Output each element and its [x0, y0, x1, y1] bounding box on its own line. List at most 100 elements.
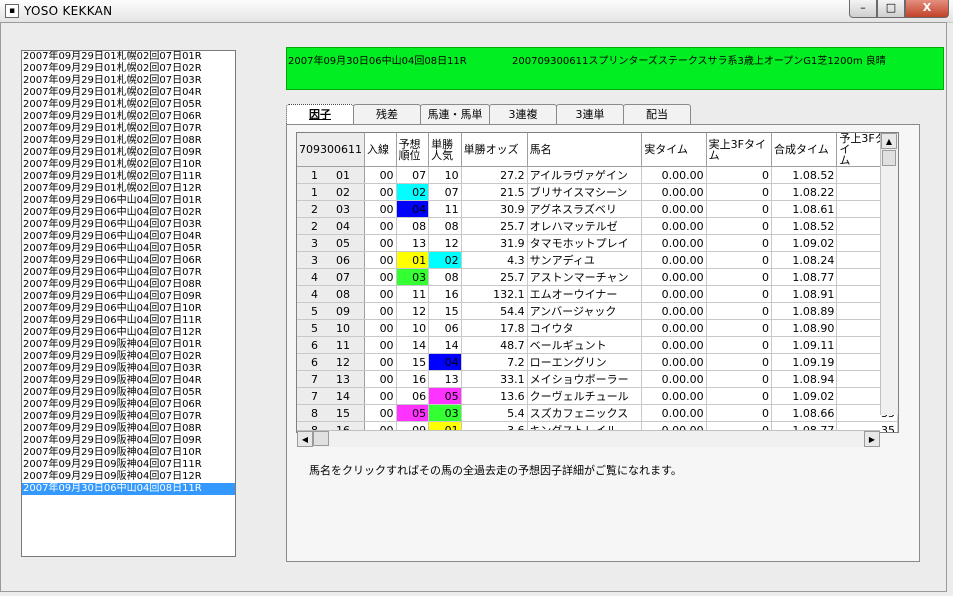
tab-0[interactable]: 因子 — [286, 104, 354, 124]
window-title: YOSO KEKKAN — [24, 4, 113, 18]
column-header[interactable]: 単勝 人気 — [428, 133, 462, 167]
race-list-item[interactable]: 2007年09月29日09阪神04回07日09R — [22, 435, 235, 447]
column-header[interactable]: 単勝オッズ — [461, 133, 528, 167]
horse-name-cell[interactable]: アイルラヴァゲイン — [527, 166, 643, 184]
column-header[interactable]: 予想 順位 — [396, 133, 430, 167]
race-list-item[interactable]: 2007年09月29日01札幌02回07日11R — [22, 171, 235, 183]
horse-name-cell[interactable]: ベールギュント — [527, 336, 643, 354]
row-header[interactable]: 5 09 — [297, 302, 365, 320]
horse-name-cell[interactable]: アグネスラズベリ — [527, 200, 643, 218]
horse-name-cell[interactable]: エムオーウイナー — [527, 285, 643, 303]
column-header[interactable]: 合成タイム — [771, 133, 838, 167]
row-header[interactable]: 2 03 — [297, 200, 365, 218]
tab-3[interactable]: 3連複 — [489, 104, 557, 124]
race-list-item[interactable]: 2007年09月29日06中山04回07日01R — [22, 195, 235, 207]
row-header[interactable]: 1 02 — [297, 183, 365, 201]
odds-cell: 21.5 — [461, 183, 528, 201]
column-header[interactable]: 実タイム — [641, 133, 707, 167]
tab-1[interactable]: 残差 — [353, 104, 421, 124]
race-list-item[interactable]: 2007年09月29日06中山04回07日05R — [22, 243, 235, 255]
close-button[interactable]: X — [905, 0, 949, 18]
horse-name-cell[interactable]: アストンマーチャン — [527, 268, 643, 286]
frame-number: 8 — [311, 406, 318, 420]
race-list-item[interactable]: 2007年09月29日09阪神04回07日08R — [22, 423, 235, 435]
row-header[interactable]: 7 14 — [297, 387, 365, 405]
race-list-item[interactable]: 2007年09月29日01札幌02回07日07R — [22, 123, 235, 135]
finish-cell: 00 — [364, 217, 397, 235]
race-list-item[interactable]: 2007年09月29日09阪神04回07日10R — [22, 447, 235, 459]
race-list-item[interactable]: 2007年09月29日06中山04回07日07R — [22, 267, 235, 279]
column-header[interactable]: 馬名 — [527, 133, 643, 167]
horse-name-cell[interactable]: ブリサイスマシーン — [527, 183, 643, 201]
race-list-item[interactable]: 2007年09月29日01札幌02回07日12R — [22, 183, 235, 195]
race-list-item[interactable]: 2007年09月29日09阪神04回07日06R — [22, 399, 235, 411]
race-list-item[interactable]: 2007年09月29日06中山04回07日02R — [22, 207, 235, 219]
race-list-item[interactable]: 2007年09月29日01札幌02回07日06R — [22, 111, 235, 123]
race-list-item[interactable]: 2007年09月29日01札幌02回07日09R — [22, 147, 235, 159]
race-list-item[interactable]: 2007年09月30日06中山04回08日11R — [22, 483, 235, 495]
scroll-right-icon[interactable]: ▶ — [864, 431, 880, 447]
race-list-item[interactable]: 2007年09月29日09阪神04回07日02R — [22, 351, 235, 363]
race-list-item[interactable]: 2007年09月29日09阪神04回07日01R — [22, 339, 235, 351]
race-list-item[interactable]: 2007年09月29日06中山04回07日08R — [22, 279, 235, 291]
scroll-up-icon[interactable]: ▲ — [881, 133, 897, 149]
row-header[interactable]: 1 01 — [297, 166, 365, 184]
column-header[interactable]: 入線 — [364, 133, 397, 167]
race-list-item[interactable]: 2007年09月29日01札幌02回07日01R — [22, 51, 235, 63]
horse-name-cell[interactable]: コイウタ — [527, 319, 643, 337]
horse-name-cell[interactable]: サンアディユ — [527, 251, 643, 269]
race-list-item[interactable]: 2007年09月29日06中山04回07日09R — [22, 291, 235, 303]
race-list-item[interactable]: 2007年09月29日01札幌02回07日05R — [22, 99, 235, 111]
race-list-item[interactable]: 2007年09月29日09阪神04回07日12R — [22, 471, 235, 483]
actual-3f-cell: 0 — [706, 200, 773, 218]
horse-name-cell[interactable]: ローエングリン — [527, 353, 643, 371]
grid-horizontal-scrollbar[interactable]: ◀ ▶ — [297, 430, 880, 447]
row-header[interactable]: 6 11 — [297, 336, 365, 354]
horse-name-cell[interactable]: タマモホットプレイ — [527, 234, 643, 252]
race-list-item[interactable]: 2007年09月29日09阪神04回07日05R — [22, 387, 235, 399]
race-list-item[interactable]: 2007年09月29日09阪神04回07日11R — [22, 459, 235, 471]
actual-3f-cell: 0 — [706, 353, 773, 371]
grid-vertical-scrollbar[interactable]: ▲ — [880, 133, 898, 415]
horse-name-cell[interactable]: クーヴェルチュール — [527, 387, 643, 405]
minimize-button[interactable]: – — [849, 0, 877, 18]
horse-name-cell[interactable]: オレハマッテルゼ — [527, 217, 643, 235]
row-header[interactable]: 8 15 — [297, 404, 365, 422]
vertical-scroll-thumb[interactable] — [882, 150, 896, 166]
race-list-item[interactable]: 2007年09月29日06中山04回07日03R — [22, 219, 235, 231]
race-list-item[interactable]: 2007年09月29日06中山04回07日04R — [22, 231, 235, 243]
tab-4[interactable]: 3連単 — [556, 104, 624, 124]
row-header[interactable]: 3 06 — [297, 251, 365, 269]
race-list-item[interactable]: 2007年09月29日01札幌02回07日03R — [22, 75, 235, 87]
race-list-item[interactable]: 2007年09月29日01札幌02回07日08R — [22, 135, 235, 147]
race-list[interactable]: 2007年09月29日01札幌02回07日01R 2007年09月29日01札幌0… — [21, 50, 236, 557]
row-header[interactable]: 5 10 — [297, 319, 365, 337]
frame-number: 5 — [311, 304, 318, 318]
horizontal-scroll-thumb[interactable] — [313, 431, 329, 446]
race-list-item[interactable]: 2007年09月29日01札幌02回07日04R — [22, 87, 235, 99]
race-list-item[interactable]: 2007年09月29日01札幌02回07日10R — [22, 159, 235, 171]
row-header[interactable]: 6 12 — [297, 353, 365, 371]
race-list-item[interactable]: 2007年09月29日09阪神04回07日07R — [22, 411, 235, 423]
row-header[interactable]: 7 13 — [297, 370, 365, 388]
race-list-item[interactable]: 2007年09月29日06中山04回07日12R — [22, 327, 235, 339]
race-list-item[interactable]: 2007年09月29日09阪神04回07日04R — [22, 375, 235, 387]
scroll-left-icon[interactable]: ◀ — [297, 431, 313, 447]
row-header[interactable]: 4 08 — [297, 285, 365, 303]
horse-name-cell[interactable]: アンバージャック — [527, 302, 643, 320]
tab-2[interactable]: 馬連・馬単 — [420, 104, 490, 124]
race-list-item[interactable]: 2007年09月29日06中山04回07日06R — [22, 255, 235, 267]
race-list-item[interactable]: 2007年09月29日06中山04回07日11R — [22, 315, 235, 327]
row-header[interactable]: 2 04 — [297, 217, 365, 235]
race-list-item[interactable]: 2007年09月29日09阪神04回07日03R — [22, 363, 235, 375]
maximize-button[interactable]: □ — [877, 0, 905, 18]
row-header[interactable]: 3 05 — [297, 234, 365, 252]
horse-name-cell[interactable]: スズカフェニックス — [527, 404, 643, 422]
race-list-item[interactable]: 2007年09月29日01札幌02回07日02R — [22, 63, 235, 75]
race-list-item[interactable]: 2007年09月29日06中山04回07日10R — [22, 303, 235, 315]
horse-number: 15 — [336, 406, 350, 420]
column-header[interactable]: 実上3Fタイ ム — [706, 133, 773, 167]
row-header[interactable]: 4 07 — [297, 268, 365, 286]
tab-5[interactable]: 配当 — [623, 104, 691, 124]
horse-name-cell[interactable]: メイショウボーラー — [527, 370, 643, 388]
